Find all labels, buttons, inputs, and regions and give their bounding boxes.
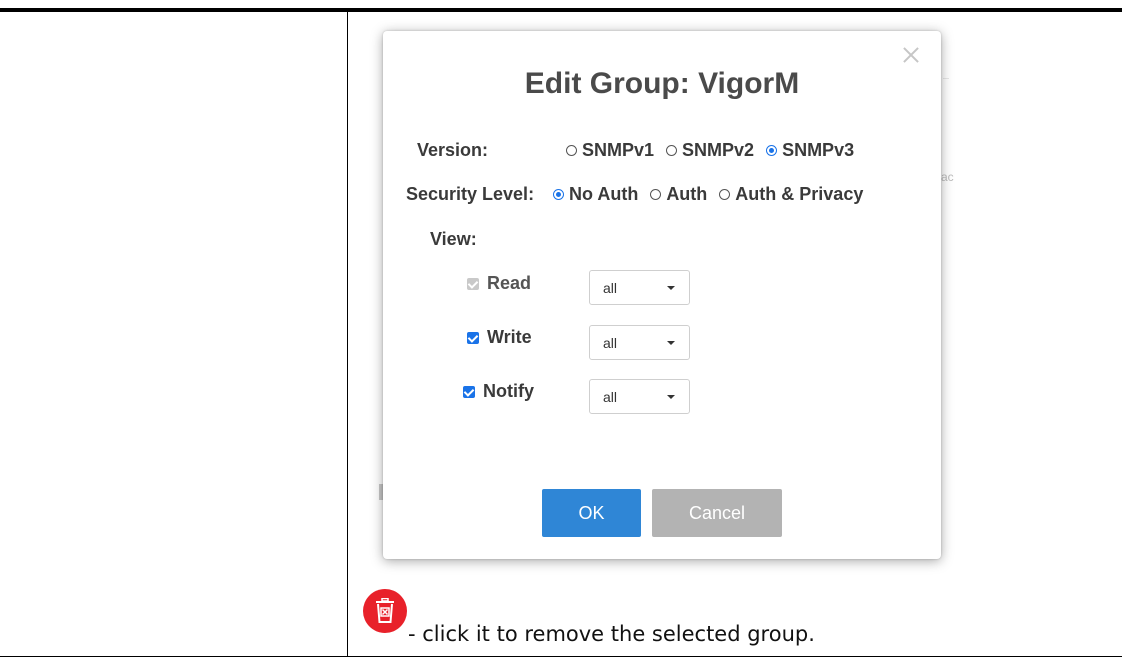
radio-circle bbox=[666, 145, 678, 156]
edit-group-dialog: Edit Group: VigorM Version: SNMPv1 SNMPv… bbox=[383, 31, 941, 559]
security-level-label: Security Level: bbox=[406, 184, 535, 204]
security-radio-group: No Auth Auth Auth & Privacy bbox=[553, 184, 875, 205]
radio-snmpv1[interactable]: SNMPv1 bbox=[566, 140, 654, 161]
read-view-select[interactable]: all bbox=[589, 270, 690, 305]
delete-instruction-text: - click it to remove the selected group. bbox=[408, 622, 815, 646]
radio-snmpv2[interactable]: SNMPv2 bbox=[666, 140, 754, 161]
write-view-select[interactable]: all bbox=[589, 325, 690, 360]
trash-icon bbox=[363, 589, 407, 633]
version-radio-group: SNMPv1 SNMPv2 SNMPv3 bbox=[566, 140, 866, 161]
caret-down-icon bbox=[667, 286, 675, 290]
view-read-checkbox: Read bbox=[467, 273, 531, 294]
cancel-button[interactable]: Cancel bbox=[652, 489, 782, 537]
view-write-checkbox[interactable]: Write bbox=[467, 327, 532, 348]
checkbox-disabled bbox=[467, 277, 479, 290]
radio-auth-privacy[interactable]: Auth & Privacy bbox=[719, 184, 863, 205]
notify-view-select[interactable]: all bbox=[589, 379, 690, 414]
radio-no-auth[interactable]: No Auth bbox=[553, 184, 638, 205]
radio-circle bbox=[566, 145, 577, 156]
radio-circle bbox=[719, 189, 731, 200]
view-label: View: bbox=[430, 229, 477, 249]
caret-down-icon bbox=[667, 395, 675, 399]
table-column-divider bbox=[347, 12, 348, 656]
version-label: Version: bbox=[417, 140, 489, 160]
ok-button[interactable]: OK bbox=[542, 489, 641, 537]
checkbox-checked bbox=[463, 385, 475, 398]
caret-down-icon bbox=[667, 341, 675, 345]
radio-circle bbox=[650, 189, 662, 200]
trash-glyph bbox=[376, 598, 394, 623]
table-bottom-border bbox=[0, 656, 1122, 657]
background-text-fragment: ac bbox=[941, 170, 954, 184]
radio-snmpv3[interactable]: SNMPv3 bbox=[766, 140, 854, 161]
divider bbox=[943, 78, 949, 79]
close-icon[interactable] bbox=[899, 43, 923, 67]
table-top-border bbox=[0, 8, 1122, 12]
checkbox-checked bbox=[467, 331, 479, 344]
radio-auth[interactable]: Auth bbox=[650, 184, 707, 205]
radio-circle-selected bbox=[766, 145, 778, 156]
view-notify-checkbox[interactable]: Notify bbox=[463, 381, 534, 402]
dialog-title: Edit Group: VigorM bbox=[524, 67, 800, 100]
radio-circle-selected bbox=[553, 189, 564, 200]
